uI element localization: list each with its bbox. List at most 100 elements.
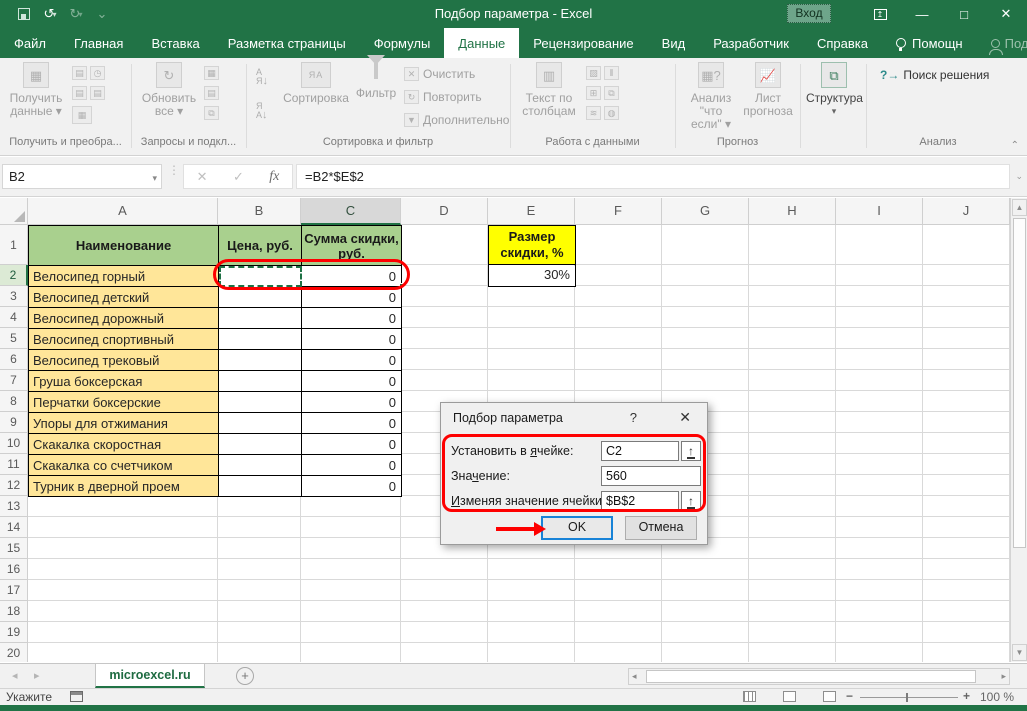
collapse-ribbon-icon[interactable]: ⌃ [1011,140,1019,151]
row-header-4[interactable]: 4 [0,307,28,328]
set-cell-input[interactable]: C2 [601,441,679,461]
minimize-icon[interactable]: — [901,0,943,28]
get-data-button[interactable]: ▦ Получитьданные ▾ [8,62,64,118]
relationships-icon[interactable]: ≋ [586,106,601,120]
vertical-scrollbar[interactable]: ▲ ▼ [1010,198,1027,662]
row-header-10[interactable]: 10 [0,433,28,454]
solver-button[interactable]: ?→Поиск решения [880,68,989,82]
normal-view-icon[interactable] [743,691,756,702]
column-header-e[interactable]: E [488,198,575,225]
page-break-view-icon[interactable] [823,691,836,702]
row-header-12[interactable]: 12 [0,475,28,496]
advanced-filter-button[interactable]: ▼Дополнительно [404,113,509,127]
zoom-slider-thumb[interactable] [906,693,908,702]
recent-sources-icon[interactable]: ◷ [90,66,105,80]
cell-a11[interactable]: Скакалка со счетчиком [29,455,219,476]
cell-a5[interactable]: Велосипед спортивный [29,329,219,350]
row-header-18[interactable]: 18 [0,601,28,622]
column-header-a[interactable]: A [28,198,218,225]
column-header-f[interactable]: F [575,198,662,225]
vertical-scroll-thumb[interactable] [1013,218,1026,548]
forecast-sheet-button[interactable]: 📈 Листпрогноза [742,62,794,118]
tab-assistant[interactable]: Помощн [882,28,977,58]
expand-formula-bar-icon[interactable]: ⌄ [1015,171,1023,182]
ok-button[interactable]: OK [541,516,613,540]
refresh-all-button[interactable]: ↻ Обновитьвсе ▾ [140,62,198,118]
insert-function-icon[interactable]: fx [269,169,279,185]
row-header-16[interactable]: 16 [0,559,28,580]
name-box[interactable]: B2▾ [2,164,162,189]
row-header-1[interactable]: 1 [0,225,28,265]
close-icon[interactable]: ✕ [985,0,1027,28]
what-if-analysis-button[interactable]: ▦? Анализ "чтоесли" ▾ [682,62,740,131]
cell-b4[interactable] [219,308,302,329]
cell-b9[interactable] [219,413,302,434]
cell-c8[interactable]: 0 [302,392,402,413]
sort-za-icon[interactable]: ЯА↓ [256,102,268,120]
row-header-13[interactable]: 13 [0,496,28,517]
row-header-8[interactable]: 8 [0,391,28,412]
cell-c10[interactable]: 0 [302,434,402,455]
tab-page-layout[interactable]: Разметка страницы [214,28,360,58]
cell-b5[interactable] [219,329,302,350]
cell-a4[interactable]: Велосипед дорожный [29,308,219,329]
column-header-d[interactable]: D [401,198,488,225]
reapply-button[interactable]: ↻Повторить [404,90,482,104]
cell-b12[interactable] [219,476,302,497]
cell-b7[interactable] [219,371,302,392]
select-all-corner[interactable] [0,198,28,225]
cell-c6[interactable]: 0 [302,350,402,371]
clear-filter-button[interactable]: ✕Очистить [404,67,475,81]
set-cell-range-icon[interactable]: ↑ [681,441,701,461]
cell-c9[interactable]: 0 [302,413,402,434]
page-layout-view-icon[interactable] [783,691,796,702]
tab-file[interactable]: Файл [0,28,60,58]
cell-b2-marching-ants[interactable] [219,266,302,287]
row-header-20[interactable]: 20 [0,643,28,662]
next-sheet-icon[interactable]: ▸ [34,669,40,682]
cell-e2[interactable]: 30% [489,266,575,286]
from-web-icon[interactable]: ▤ [72,86,87,100]
sheet-tab-microexcel[interactable]: microexcel.ru [95,664,205,688]
column-header-b[interactable]: B [218,198,301,225]
tab-help[interactable]: Справка [803,28,882,58]
cell-a2[interactable]: Велосипед горный [29,266,219,287]
outline-structure-button[interactable]: ⧉ Структура▾ [806,62,862,118]
cell-c5[interactable]: 0 [302,329,402,350]
tab-home[interactable]: Главная [60,28,137,58]
column-header-h[interactable]: H [749,198,836,225]
data-validation-icon[interactable]: ⊞ [586,86,601,100]
add-sheet-icon[interactable]: + [236,667,254,685]
tab-review[interactable]: Рецензирование [519,28,647,58]
formula-input[interactable]: =B2*$E$2 [296,164,1010,189]
tab-developer[interactable]: Разработчик [699,28,803,58]
zoom-percentage[interactable]: 100 % [980,690,1014,704]
horizontal-scroll-thumb[interactable] [646,670,976,683]
to-value-input[interactable]: 560 [601,466,701,486]
horizontal-scrollbar[interactable]: ◂ ▸ [628,668,1010,685]
ribbon-display-options-icon[interactable]: ↥ [859,0,901,28]
zoom-in-icon[interactable]: + [963,689,970,703]
column-header-c[interactable]: C [301,198,401,225]
cell-c3[interactable]: 0 [302,287,402,308]
properties-icon[interactable]: ▤ [204,86,219,100]
scroll-down-icon[interactable]: ▼ [1012,644,1027,661]
maximize-icon[interactable]: □ [943,0,985,28]
column-header-g[interactable]: G [662,198,749,225]
column-header-i[interactable]: I [836,198,923,225]
by-changing-cell-range-icon[interactable]: ↑ [681,491,701,511]
enter-entry-icon[interactable]: ✓ [233,169,244,185]
cell-c2[interactable]: 0 [302,266,402,287]
scroll-left-icon[interactable]: ◂ [632,671,637,682]
zoom-out-icon[interactable]: − [846,689,853,703]
cell-a12[interactable]: Турник в дверной проем [29,476,219,497]
existing-connections-icon[interactable]: ▤ [90,86,105,100]
cell-c1[interactable]: Сумма скидки, руб. [302,226,402,266]
cell-b6[interactable] [219,350,302,371]
row-header-14[interactable]: 14 [0,517,28,538]
from-table-icon[interactable]: ▦ [72,106,92,124]
cell-a10[interactable]: Скакалка скоростная [29,434,219,455]
prev-sheet-icon[interactable]: ◂ [12,669,18,682]
row-header-9[interactable]: 9 [0,412,28,433]
scroll-right-icon[interactable]: ▸ [1001,671,1006,682]
